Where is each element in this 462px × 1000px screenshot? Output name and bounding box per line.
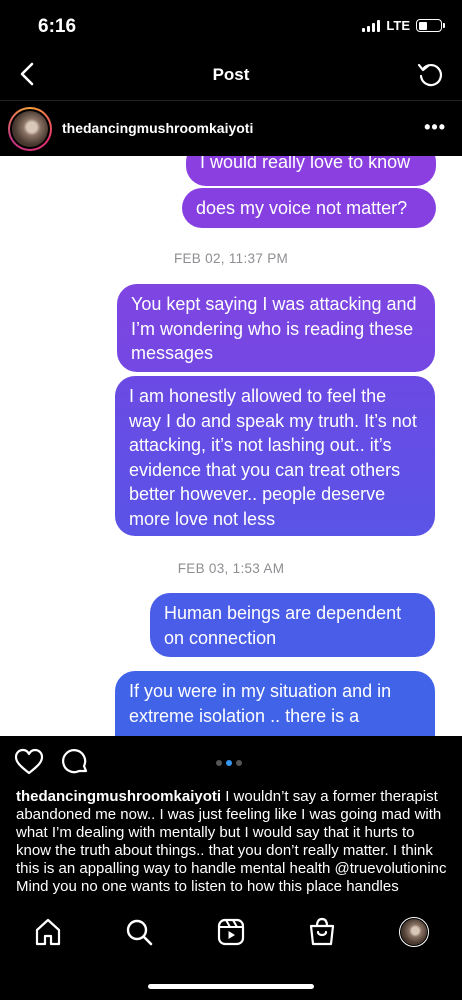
shop-icon[interactable] [307, 917, 337, 947]
message-bubble: Human beings are dependent on connection [150, 593, 435, 657]
bottom-tab-bar [0, 905, 462, 965]
post-actions [0, 736, 462, 788]
network-label: LTE [386, 18, 410, 33]
message-bubble: I would really love to know [186, 156, 436, 186]
signal-icon [362, 19, 381, 32]
status-time: 6:16 [38, 16, 77, 37]
caption-text-more: Mind you no one wants to listen to how t… [16, 878, 399, 895]
author-avatar[interactable] [8, 107, 52, 151]
post-caption[interactable]: thedancingmushroomkaiyoti I wouldn’t say… [16, 788, 448, 906]
message-bubble: does my voice not matter? [182, 188, 436, 228]
more-horizontal-icon[interactable]: ••• [424, 117, 446, 138]
refresh-icon[interactable] [416, 60, 444, 88]
battery-icon [416, 19, 445, 32]
post-author-row: thedancingmushroomkaiyoti ••• [0, 100, 462, 156]
carousel-dot [236, 760, 242, 766]
carousel-indicator [216, 760, 242, 766]
home-indicator [148, 984, 314, 989]
search-icon[interactable] [124, 917, 154, 947]
comment-icon[interactable] [60, 747, 90, 777]
carousel-dot [216, 760, 222, 766]
message-timestamp: FEB 02, 11:37 PM [173, 251, 289, 266]
status-bar: 6:16 LTE [0, 0, 462, 50]
home-icon[interactable] [33, 917, 63, 947]
post-image[interactable]: I would really love to know does my voic… [0, 156, 462, 736]
heart-icon[interactable] [14, 747, 44, 777]
profile-avatar[interactable] [399, 917, 429, 947]
caption-username[interactable]: thedancingmushroomkaiyoti [16, 788, 221, 805]
message-bubble: I am honestly allowed to feel the way I … [115, 376, 435, 536]
status-indicators: LTE [362, 18, 445, 33]
message-timestamp: FEB 03, 1:53 AM [177, 561, 285, 576]
message-bubble: If you were in my situation and in extre… [115, 671, 435, 736]
page-title: Post [212, 65, 250, 84]
reels-icon[interactable] [216, 917, 246, 947]
battery-fill [418, 21, 427, 30]
nav-header: Post [0, 50, 462, 98]
carousel-dot-active [226, 760, 232, 766]
author-username[interactable]: thedancingmushroomkaiyoti [62, 120, 253, 136]
message-bubble: You kept saying I was attacking and I’m … [117, 284, 435, 372]
